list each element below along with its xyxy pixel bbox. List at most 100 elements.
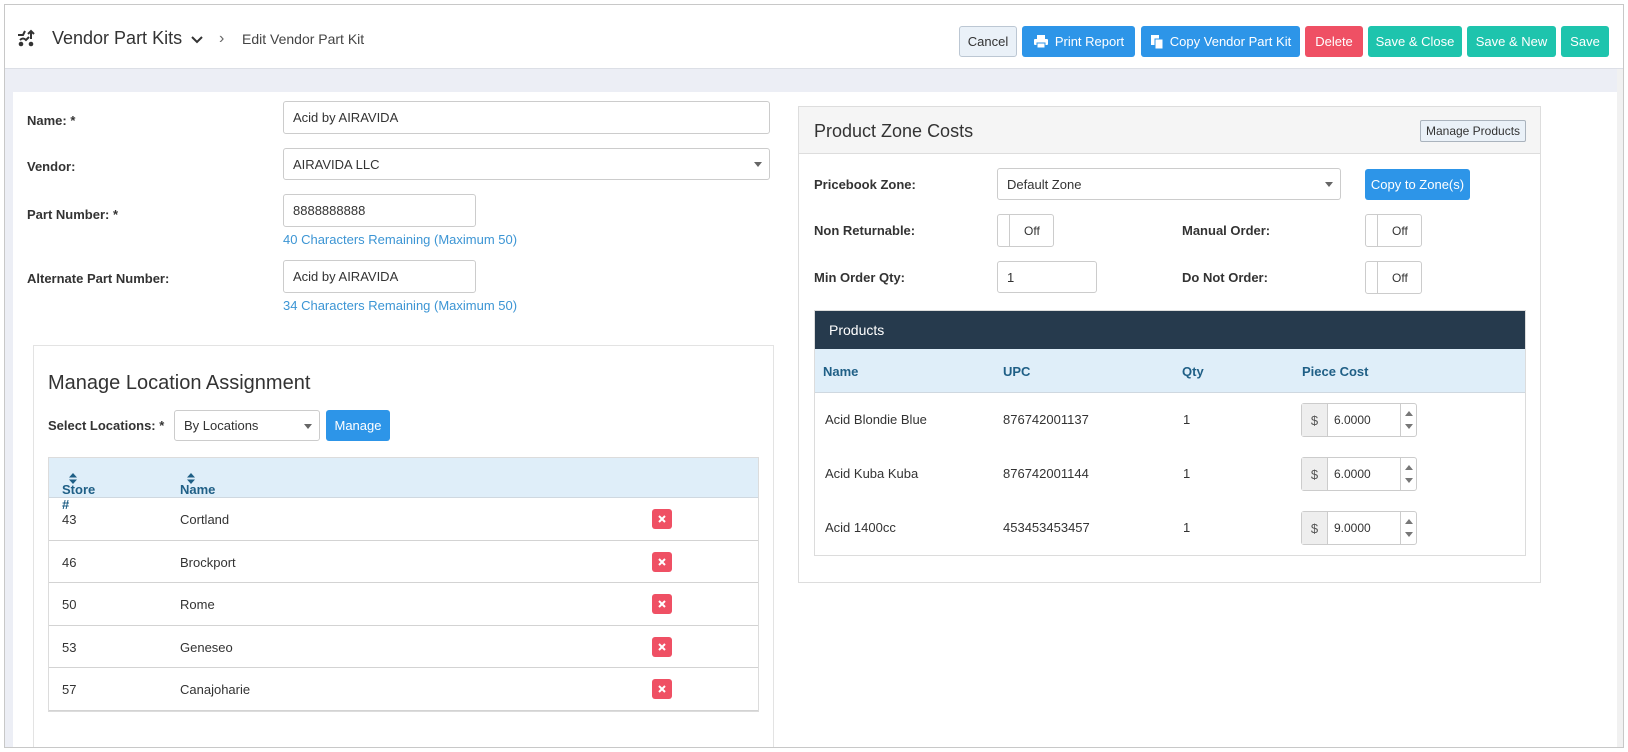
piece-cost-value: 9.0000	[1334, 521, 1371, 535]
dropdown-arrow-icon	[304, 424, 312, 429]
manage-products-button[interactable]: Manage Products	[1420, 120, 1526, 142]
number-spinner[interactable]	[1400, 512, 1416, 544]
copy-to-zones-button[interactable]: Copy to Zone(s)	[1365, 169, 1470, 200]
table-row: Acid 1400cc 453453453457 1 $ 9.0000	[815, 501, 1525, 555]
save-label: Save	[1570, 34, 1600, 49]
do-not-order-label: Do Not Order:	[1182, 270, 1268, 285]
min-order-qty-value: 1	[1007, 269, 1015, 285]
copy-icon	[1150, 34, 1164, 49]
part-number-field[interactable]: 8888888888	[283, 194, 476, 227]
store-number: 53	[62, 639, 77, 655]
currency-symbol: $	[1302, 404, 1328, 436]
chevron-down-icon[interactable]	[191, 34, 203, 46]
number-spinner[interactable]	[1400, 404, 1416, 436]
product-name: Acid 1400cc	[825, 520, 896, 535]
toggle-knob	[1366, 262, 1378, 293]
spinner-up-icon[interactable]	[1405, 465, 1413, 470]
close-icon	[658, 515, 666, 523]
currency-symbol: $	[1302, 458, 1328, 490]
product-name: Acid Kuba Kuba	[825, 466, 919, 481]
vendor-kit-icon	[18, 29, 35, 47]
manual-order-toggle[interactable]: Off	[1365, 214, 1422, 247]
save-close-button[interactable]: Save & Close	[1368, 26, 1462, 57]
store-number: 46	[62, 554, 77, 570]
table-row: 53 Geneseo	[49, 626, 758, 668]
toggle-knob	[1366, 215, 1378, 246]
product-qty: 1	[1183, 466, 1191, 481]
save-new-button[interactable]: Save & New	[1467, 26, 1556, 57]
vertical-scrollbar[interactable]	[1617, 69, 1623, 747]
store-column-header[interactable]: Store #	[62, 470, 95, 512]
spinner-down-icon[interactable]	[1405, 532, 1413, 537]
qty-column: Qty	[1182, 364, 1204, 379]
toggle-state: Off	[1392, 271, 1408, 285]
table-row: 46 Brockport	[49, 541, 758, 583]
location-panel-title: Manage Location Assignment	[48, 372, 311, 394]
vendor-label: Vendor:	[27, 159, 76, 174]
print-label: Print Report	[1054, 34, 1125, 49]
name-field[interactable]: Acid by AIRAVIDA	[283, 101, 770, 134]
cancel-button[interactable]: Cancel	[959, 26, 1017, 57]
piece-cost-input[interactable]: $ 6.0000	[1301, 457, 1417, 491]
part-number-label: Part Number: *	[27, 207, 119, 222]
store-name: Canajoharie	[180, 682, 251, 697]
min-order-qty-field[interactable]: 1	[997, 261, 1097, 293]
spinner-up-icon[interactable]	[1405, 411, 1413, 416]
remove-location-button[interactable]	[652, 636, 672, 657]
manage-locations-button[interactable]: Manage	[326, 410, 390, 441]
name-column-label: Name	[180, 482, 216, 497]
remove-location-button[interactable]	[652, 509, 672, 529]
spinner-up-icon[interactable]	[1405, 519, 1413, 524]
vendor-select[interactable]: AIRAVIDA LLC	[283, 148, 770, 180]
remove-location-button[interactable]	[652, 594, 672, 614]
toggle-knob	[998, 215, 1010, 246]
alternate-part-number-label: Alternate Part Number:	[27, 271, 170, 286]
pricebook-zone-label: Pricebook Zone:	[814, 177, 916, 192]
store-number: 50	[62, 597, 77, 612]
number-spinner[interactable]	[1400, 458, 1416, 490]
manage-label: Manage	[334, 418, 382, 433]
select-locations-dropdown[interactable]: By Locations	[174, 410, 320, 441]
copy-label: Copy Vendor Part Kit	[1169, 34, 1292, 49]
locations-table: Store # Name 43 Cortland 46 Brockport 50…	[48, 457, 759, 712]
non-returnable-label: Non Returnable:	[814, 223, 916, 238]
spinner-down-icon[interactable]	[1405, 424, 1413, 429]
spinner-down-icon[interactable]	[1405, 478, 1413, 483]
non-returnable-toggle[interactable]: Off	[997, 214, 1054, 247]
edit-form: Name: * Acid by AIRAVIDA Vendor: AIRAVID…	[13, 92, 1617, 747]
top-bar: Vendor Part Kits › Edit Vendor Part Kit …	[5, 5, 1623, 69]
pricebook-zone-select[interactable]: Default Zone	[997, 168, 1341, 200]
toggle-state: Off	[1024, 224, 1040, 238]
store-name: Geneseo	[180, 639, 233, 655]
remove-location-button[interactable]	[652, 679, 672, 699]
vendor-value: AIRAVIDA LLC	[293, 156, 380, 172]
alternate-part-number-hint: 34 Characters Remaining (Maximum 50)	[283, 298, 518, 313]
app-window: Vendor Part Kits › Edit Vendor Part Kit …	[4, 4, 1624, 748]
table-row: 50 Rome	[49, 583, 758, 626]
product-qty: 1	[1183, 412, 1191, 427]
save-close-label: Save & Close	[1375, 34, 1455, 49]
print-report-button[interactable]: Print Report	[1022, 26, 1135, 57]
store-name: Rome	[180, 597, 215, 612]
piece-cost-input[interactable]: $ 6.0000	[1301, 403, 1417, 437]
product-name-column: Name	[823, 364, 859, 379]
alternate-part-number-field[interactable]: Acid by AIRAVIDA	[283, 260, 476, 293]
product-name: Acid Blondie Blue	[825, 412, 927, 427]
delete-button[interactable]: Delete	[1305, 26, 1363, 57]
piece-cost-input[interactable]: $ 9.0000	[1301, 511, 1417, 545]
products-banner: Products	[815, 311, 1525, 349]
table-row: Acid Blondie Blue 876742001137 1 $ 6.000…	[815, 393, 1525, 447]
product-upc: 876742001137	[1003, 412, 1089, 427]
do-not-order-toggle[interactable]: Off	[1365, 261, 1422, 294]
copy-vendor-part-kit-button[interactable]: Copy Vendor Part Kit	[1141, 26, 1300, 57]
close-icon	[658, 557, 666, 566]
save-button[interactable]: Save	[1561, 26, 1609, 57]
remove-location-button[interactable]	[652, 551, 672, 572]
store-number: 57	[62, 682, 77, 697]
panel-title: Product Zone Costs	[814, 121, 974, 141]
table-row: 57 Canajoharie	[49, 668, 758, 711]
product-qty: 1	[1183, 520, 1191, 535]
cancel-label: Cancel	[967, 34, 1009, 49]
name-column-header[interactable]: Name	[180, 470, 215, 497]
name-label: Name: *	[27, 113, 76, 128]
